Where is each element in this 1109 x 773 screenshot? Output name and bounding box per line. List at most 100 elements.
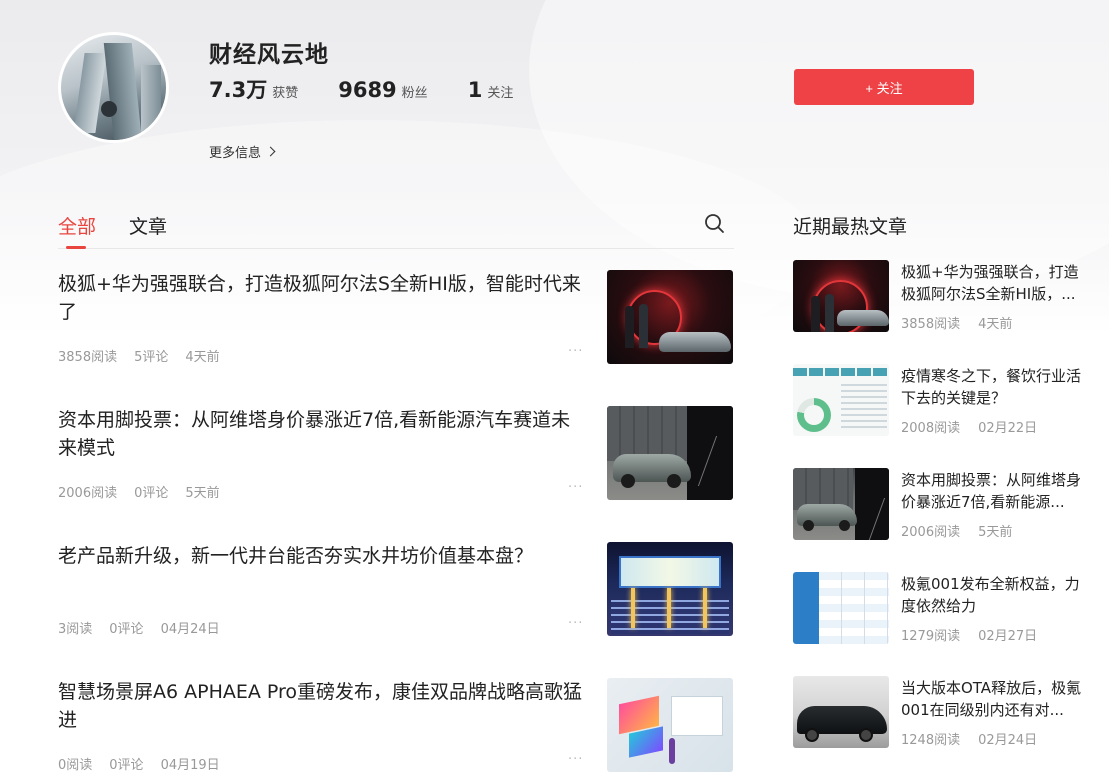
hot-article-meta: 2006阅读 5天前: [901, 521, 1030, 540]
feed-meta: 3阅读 0评论 04月24日: [58, 618, 237, 637]
avatar-building: [103, 43, 143, 140]
thumb-person: [811, 296, 820, 332]
feed-meta: 3858阅读 5评论 4天前: [58, 346, 237, 365]
thumb-light-pillar: [703, 588, 707, 628]
stat-value: 9689: [338, 78, 397, 102]
thumb-wheel: [859, 728, 873, 742]
thumb-person: [639, 304, 648, 348]
sidebar-title: 近期最热文章: [793, 216, 908, 238]
thumb-stage-screen: [619, 556, 721, 588]
feed-title[interactable]: 老产品新升级，新一代井台能否夯实水井坊价值基本盘？: [58, 542, 588, 570]
feed-thumbnail[interactable]: [607, 542, 733, 636]
feed-title[interactable]: 资本用脚投票：从阿维塔身价暴涨近7倍,看新能源汽车赛道未来模式: [58, 406, 588, 462]
feed-title[interactable]: 智慧场景屏A6 APHAEA Pro重磅发布，康佳双品牌战略高歌猛进: [58, 678, 588, 734]
feed-thumbnail[interactable]: [607, 678, 733, 772]
read-count: 3阅读: [58, 622, 93, 637]
hot-article-item[interactable]: 极氪001发布全新权益，力度依然给力 1279阅读 02月27日: [793, 572, 1093, 676]
comment-count: 0评论: [109, 622, 144, 637]
comment-count: 0评论: [109, 758, 144, 773]
more-dots-icon[interactable]: ···: [568, 616, 583, 631]
thumb-panel: [855, 468, 889, 540]
hot-article-title[interactable]: 当大版本OTA释放后，极氪001在同级别内还有对...: [901, 677, 1091, 721]
feed-meta: 0阅读 0评论 04月19日: [58, 754, 237, 773]
publish-time: 02月27日: [978, 629, 1038, 644]
read-count: 2006阅读: [58, 486, 118, 501]
hot-article-thumbnail[interactable]: [793, 468, 889, 540]
tab-all[interactable]: 全部: [58, 212, 96, 249]
avatar-building: [73, 53, 107, 133]
thumb-donut: [797, 398, 831, 432]
publish-time: 02月24日: [978, 733, 1038, 748]
hot-article-title[interactable]: 疫情寒冬之下，餐饮行业活下去的关键是？: [901, 365, 1091, 409]
stat-value: 7.3万: [209, 78, 268, 102]
publish-time: 02月22日: [978, 421, 1038, 436]
stat-label: 关注: [487, 86, 514, 101]
publish-time: 4天前: [185, 350, 220, 365]
hot-article-item[interactable]: 极狐+华为强强联合，打造极狐阿尔法S全新HI版，... 3858阅读 4天前: [793, 260, 1093, 364]
comment-count: 5评论: [134, 350, 169, 365]
more-info-label: 更多信息: [209, 146, 262, 161]
stat-likes: 7.3万 获赞: [209, 74, 298, 104]
hot-article-thumbnail[interactable]: [793, 572, 889, 644]
thumb-wheel: [667, 474, 681, 488]
hot-article-thumbnail[interactable]: [793, 364, 889, 436]
comment-count: 0评论: [134, 486, 169, 501]
hot-article-meta: 1279阅读 02月27日: [901, 625, 1055, 644]
hot-article-thumbnail[interactable]: [793, 676, 889, 748]
thumb-car: [659, 332, 731, 352]
tab-articles[interactable]: 文章: [129, 212, 167, 239]
avatar[interactable]: [58, 32, 169, 143]
stat-label: 粉丝: [401, 86, 428, 101]
more-dots-icon[interactable]: ···: [568, 752, 583, 767]
feed-title[interactable]: 极狐+华为强强联合，打造极狐阿尔法S全新HI版，智能时代来了: [58, 270, 588, 326]
hot-article-thumbnail[interactable]: [793, 260, 889, 332]
thumb-wheel: [803, 520, 814, 531]
thumb-chart-header: [793, 368, 889, 376]
publish-time: 5天前: [185, 486, 220, 501]
stat-following[interactable]: 1 关注: [468, 78, 514, 102]
thumb-panel: [687, 406, 733, 500]
more-dots-icon[interactable]: ···: [568, 344, 583, 359]
hot-article-list: 极狐+华为强强联合，打造极狐阿尔法S全新HI版，... 3858阅读 4天前 疫…: [793, 260, 1093, 773]
read-count: 2006阅读: [901, 525, 961, 540]
thumb-person: [825, 294, 834, 332]
read-count: 3858阅读: [58, 350, 118, 365]
hot-article-meta: 2008阅读 02月22日: [901, 417, 1055, 436]
feed-item[interactable]: 老产品新升级，新一代井台能否夯实水井坊价值基本盘？ 3阅读 0评论 04月24日…: [58, 522, 734, 658]
hot-article-title[interactable]: 极狐+华为强强联合，打造极狐阿尔法S全新HI版，...: [901, 261, 1091, 305]
stat-label: 获赞: [272, 86, 299, 101]
feed-thumbnail[interactable]: [607, 270, 733, 364]
search-icon[interactable]: [704, 213, 725, 234]
feed-thumbnail[interactable]: [607, 406, 733, 500]
hot-article-meta: 1248阅读 02月24日: [901, 729, 1055, 748]
read-count: 1248阅读: [901, 733, 961, 748]
thumb-wheel: [839, 520, 850, 531]
thumb-tile: [671, 696, 723, 736]
hot-article-item[interactable]: 疫情寒冬之下，餐饮行业活下去的关键是？ 2008阅读 02月22日: [793, 364, 1093, 468]
feed-item[interactable]: 智慧场景屏A6 APHAEA Pro重磅发布，康佳双品牌战略高歌猛进 0阅读 0…: [58, 658, 734, 773]
read-count: 1279阅读: [901, 629, 961, 644]
content-tabs: 全部 文章: [58, 200, 734, 249]
hot-article-title[interactable]: 极氪001发布全新权益，力度依然给力: [901, 573, 1091, 617]
more-dots-icon[interactable]: ···: [568, 480, 583, 495]
hot-article-title[interactable]: 资本用脚投票：从阿维塔身价暴涨近7倍,看新能源...: [901, 469, 1091, 513]
read-count: 0阅读: [58, 758, 93, 773]
stat-fans[interactable]: 9689 粉丝: [338, 78, 427, 102]
feed-meta: 2006阅读 0评论 5天前: [58, 482, 237, 501]
read-count: 3858阅读: [901, 317, 961, 332]
follow-button[interactable]: + 关注: [794, 69, 974, 105]
thumb-light-pillar: [631, 588, 635, 628]
avatar-building: [141, 65, 161, 140]
hot-article-item[interactable]: 当大版本OTA释放后，极氪001在同级别内还有对... 1248阅读 02月24…: [793, 676, 1093, 773]
article-feed: 极狐+华为强强联合，打造极狐阿尔法S全新HI版，智能时代来了 3858阅读 5评…: [58, 250, 734, 773]
publish-time: 4天前: [978, 317, 1013, 332]
publish-time: 5天前: [978, 525, 1013, 540]
chevron-right-icon: [265, 146, 276, 157]
hot-article-item[interactable]: 资本用脚投票：从阿维塔身价暴涨近7倍,看新能源... 2006阅读 5天前: [793, 468, 1093, 572]
thumb-table-grid: [819, 572, 889, 644]
feed-item[interactable]: 资本用脚投票：从阿维塔身价暴涨近7倍,看新能源汽车赛道未来模式 2006阅读 0…: [58, 386, 734, 522]
more-info-link[interactable]: 更多信息: [209, 142, 276, 161]
profile-name: 财经风云地: [209, 42, 329, 68]
stat-value: 1: [467, 78, 483, 102]
feed-item[interactable]: 极狐+华为强强联合，打造极狐阿尔法S全新HI版，智能时代来了 3858阅读 5评…: [58, 250, 734, 386]
